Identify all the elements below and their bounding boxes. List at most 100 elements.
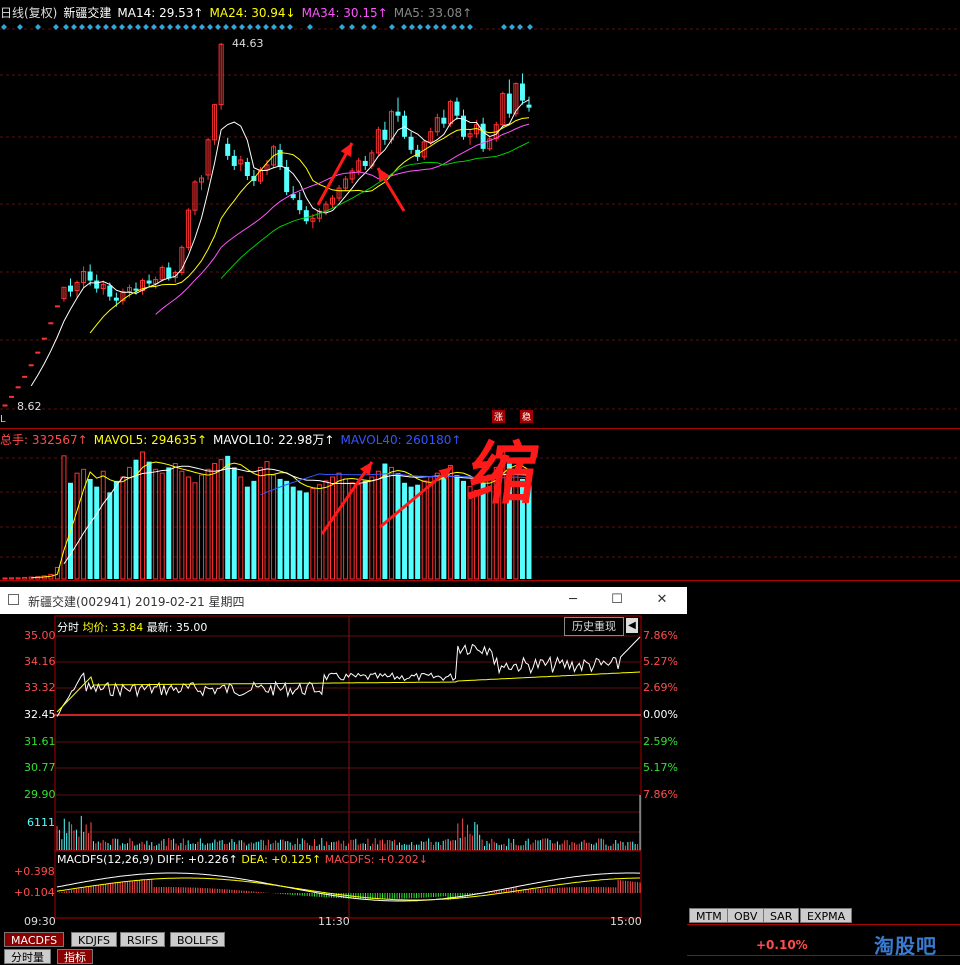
price-tick-label: 31.61 xyxy=(24,735,56,748)
candle-body xyxy=(362,160,368,166)
back-arrow-icon[interactable]: ◀ xyxy=(626,618,638,633)
candle-body xyxy=(15,386,21,389)
candle-body xyxy=(94,280,100,289)
candle-body xyxy=(284,166,290,193)
tab-macdfs[interactable]: MACDFS xyxy=(4,932,65,947)
tab-rsifs[interactable]: RSIFS xyxy=(120,932,165,947)
candle-body xyxy=(244,161,250,176)
volume-bar xyxy=(179,470,185,580)
macd-level-2: +0.104 xyxy=(14,886,55,899)
volume-bar xyxy=(388,466,394,580)
volume-header: 总手: 332567↑ MAVOL5: 294635↑ MAVOL10: 22.98… xyxy=(0,431,467,448)
candle-body xyxy=(441,117,447,124)
candle-body xyxy=(303,210,309,222)
price-tick-label: 33.32 xyxy=(24,681,56,694)
volume-bar xyxy=(277,478,283,579)
candle-body xyxy=(526,104,532,108)
candle-body xyxy=(519,83,525,101)
volume-bar xyxy=(421,480,427,580)
candle-body xyxy=(382,129,388,140)
tab-mtm[interactable]: MTM xyxy=(689,908,729,923)
mavol10-label: MAVOL10: 22.98万↑ xyxy=(213,433,335,447)
intraday-window[interactable]: 新疆交建(002941) 2019-02-21 星期四 ─ ☐ ✕ 分时 均价:… xyxy=(0,587,687,965)
marker-diamond xyxy=(467,24,473,30)
candle-body xyxy=(68,285,73,292)
volume-bar xyxy=(349,482,355,580)
tab-indicator[interactable]: 指标 xyxy=(57,949,93,964)
kline-chart[interactable] xyxy=(0,0,960,425)
volume-bar xyxy=(447,464,453,580)
candle-body xyxy=(454,101,460,116)
volume-bar xyxy=(369,476,375,580)
candle-body xyxy=(48,322,54,325)
volume-bar xyxy=(146,461,152,579)
candle-body xyxy=(166,267,172,279)
pct-tick-label: 2.59% xyxy=(643,735,678,748)
volume-bar xyxy=(356,484,362,580)
volume-bar xyxy=(303,492,309,579)
marker-diamond xyxy=(371,24,377,30)
volume-bar xyxy=(74,472,80,580)
ma34-line xyxy=(155,123,530,315)
volume-bar xyxy=(113,480,119,579)
low-price-label: 8.62 xyxy=(17,400,42,413)
volume-bar xyxy=(100,470,106,580)
time-start: 09:30 xyxy=(24,915,56,928)
marker-diamond xyxy=(167,24,173,30)
volume-bar xyxy=(212,463,218,580)
pct-tick-label: 2.69% xyxy=(643,681,678,694)
volume-bar xyxy=(153,468,159,580)
marker-diamond xyxy=(71,24,77,30)
marker-diamond xyxy=(401,24,407,30)
volume-bar xyxy=(271,474,277,580)
volume-bottom-line xyxy=(0,580,960,581)
candle-body xyxy=(41,337,47,340)
tab-bollfs[interactable]: BOLLFS xyxy=(170,932,226,947)
history-replay-button[interactable]: 历史重现 xyxy=(564,617,624,636)
candle-body xyxy=(35,351,41,354)
volume-bar xyxy=(61,455,67,580)
ma14-line xyxy=(30,99,530,387)
candle-body xyxy=(297,200,303,211)
candle-body xyxy=(231,155,237,166)
tab-kdjfs[interactable]: KDJFS xyxy=(71,932,118,947)
pct-tick-label: 5.27% xyxy=(643,655,678,668)
volume-bar xyxy=(15,577,21,580)
volume-bar xyxy=(290,486,296,579)
volume-bar xyxy=(244,486,250,579)
volume-bar xyxy=(415,484,421,579)
volume-bar xyxy=(454,475,460,579)
price-tick-label: 30.77 xyxy=(24,761,56,774)
volume-bar xyxy=(28,576,34,580)
volume-bar xyxy=(107,492,113,579)
volume-bar xyxy=(362,480,368,579)
tab-expma[interactable]: EXPMA xyxy=(800,908,853,923)
marker-diamond xyxy=(35,24,41,30)
volume-bar xyxy=(54,566,60,580)
intraday-header: 分时 均价: 33.84 最新: 35.00 xyxy=(57,619,207,635)
candle-body xyxy=(395,111,401,116)
pct-tick-label: 5.17% xyxy=(643,761,678,774)
avg-price-label: 均价: 33.84 xyxy=(82,621,144,634)
marker-diamond xyxy=(215,24,221,30)
candle-body xyxy=(54,305,60,308)
candle-body xyxy=(107,285,113,297)
volume-bar xyxy=(336,472,342,580)
tab-obv[interactable]: OBV xyxy=(727,908,765,923)
volume-bar xyxy=(192,482,198,580)
intraday-chart[interactable] xyxy=(0,587,687,965)
volume-bar xyxy=(231,467,237,579)
volume-bar xyxy=(140,451,146,580)
marker-diamond xyxy=(53,24,59,30)
tab-intraday-volume[interactable]: 分时量 xyxy=(4,949,51,964)
price-tick-label: 32.45 xyxy=(24,708,56,721)
volume-bar xyxy=(218,459,224,580)
volume-bar xyxy=(238,476,244,580)
volume-bar xyxy=(251,480,257,579)
volume-arrow-up xyxy=(320,461,374,535)
tab-sar[interactable]: SAR xyxy=(763,908,800,923)
ma24-line xyxy=(89,117,530,334)
price-tick-label: 29.90 xyxy=(24,788,56,801)
change-percent-value: +0.10% xyxy=(756,938,808,952)
volume-bar xyxy=(172,463,178,580)
